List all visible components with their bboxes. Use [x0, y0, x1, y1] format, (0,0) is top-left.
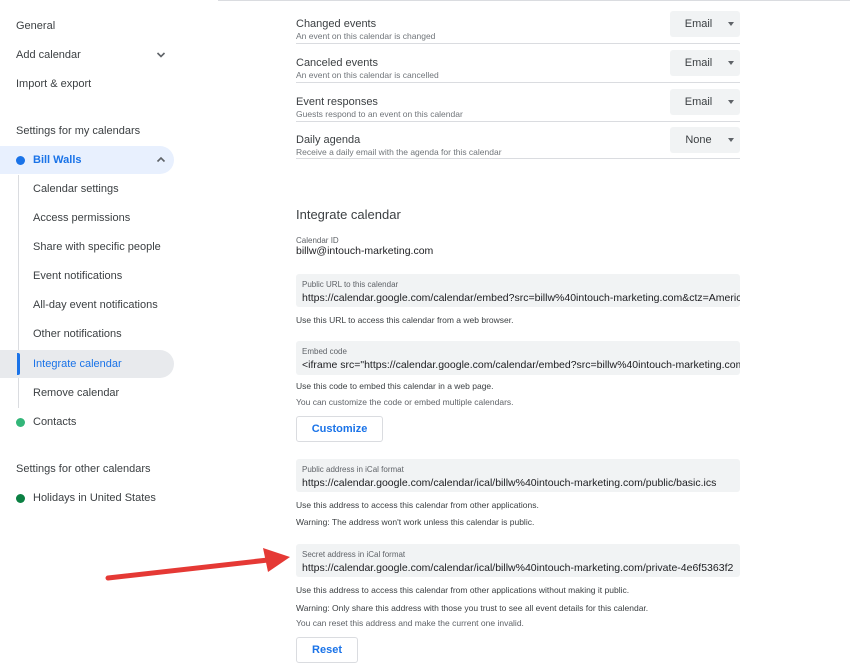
secret-ical-help: Use this address to access this calendar… [296, 585, 630, 595]
public-url-help: Use this URL to access this calendar fro… [296, 315, 514, 325]
sidebar-item-label: Add calendar [16, 49, 81, 61]
annotation-arrow-icon [105, 548, 290, 581]
sidebar-item-label: Share with specific people [33, 241, 161, 253]
sidebar-item-other-notifications[interactable]: Other notifications [0, 320, 174, 348]
notification-method-select[interactable]: None [670, 127, 740, 153]
calendar-color-dot [16, 156, 25, 165]
embed-customize-help: You can customize the code or embed mult… [296, 397, 514, 407]
sidebar-item-event-notifications[interactable]: Event notifications [0, 262, 174, 290]
reset-button[interactable]: Reset [296, 637, 358, 663]
notification-row-canceled: Canceled events An event on this calenda… [296, 44, 740, 83]
sidebar-item-label: Calendar settings [33, 183, 119, 195]
calendar-color-dot [16, 494, 25, 503]
notification-subtitle: Receive a daily email with the agenda fo… [296, 147, 502, 157]
notification-row-responses: Event responses Guests respond to an eve… [296, 83, 740, 122]
dropdown-caret-icon [728, 61, 734, 65]
notification-title: Canceled events [296, 57, 378, 69]
sidebar-item-holidays[interactable]: Holidays in United States [0, 484, 174, 512]
sidebar-item-label: General [16, 20, 56, 32]
notification-title: Daily agenda [296, 134, 361, 146]
notification-row-changed: Changed events An event on this calendar… [296, 5, 740, 44]
sidebar-item-general[interactable]: General [0, 12, 174, 40]
top-divider [218, 0, 850, 1]
chevron-up-icon [156, 156, 166, 163]
field-value: https://calendar.google.com/calendar/emb… [302, 292, 740, 304]
sidebar-item-add-calendar[interactable]: Add calendar [0, 41, 174, 69]
secret-reset-help: You can reset this address and make the … [296, 618, 524, 628]
sidebar-item-label: Holidays in United States [33, 492, 156, 504]
select-value: Email [684, 18, 713, 30]
field-value: https://calendar.google.com/calendar/ica… [302, 562, 734, 574]
public-ical-field[interactable]: Public address in iCal format https://ca… [296, 459, 740, 492]
sidebar-item-import-export[interactable]: Import & export [0, 70, 174, 98]
sidebar-item-label: All-day event notifications [33, 299, 158, 311]
notification-title: Changed events [296, 18, 377, 30]
notification-method-select[interactable]: Email [670, 11, 740, 37]
field-label: Embed code [302, 347, 347, 356]
sidebar-item-label: Bill Walls [33, 154, 82, 166]
field-value: https://calendar.google.com/calendar/ica… [302, 477, 717, 489]
sidebar-item-contacts[interactable]: Contacts [0, 408, 174, 436]
other-calendars-header: Settings for other calendars [16, 463, 151, 475]
sidebar-item-label: Remove calendar [33, 387, 120, 399]
sidebar-item-calendar-settings[interactable]: Calendar settings [0, 175, 174, 203]
sidebar-item-access-permissions[interactable]: Access permissions [0, 204, 174, 232]
public-url-field[interactable]: Public URL to this calendar https://cale… [296, 274, 740, 307]
sidebar-item-label: Event notifications [33, 270, 123, 282]
field-label: Public URL to this calendar [302, 280, 399, 289]
notification-method-select[interactable]: Email [670, 89, 740, 115]
notification-title: Event responses [296, 96, 378, 108]
embed-code-field[interactable]: Embed code <iframe src="https://calendar… [296, 341, 740, 375]
sidebar-item-label: Other notifications [33, 328, 122, 340]
select-value: None [685, 134, 712, 146]
section-title: Integrate calendar [296, 207, 401, 222]
customize-button[interactable]: Customize [296, 416, 383, 442]
sidebar-item-integrate-calendar[interactable]: Integrate calendar [0, 350, 174, 378]
sidebar-item-bill-walls[interactable]: Bill Walls [0, 146, 174, 174]
select-value: Email [684, 57, 713, 69]
embed-help: Use this code to embed this calendar in … [296, 381, 494, 391]
dropdown-caret-icon [728, 100, 734, 104]
notification-subtitle: An event on this calendar is changed [296, 31, 436, 41]
field-value: <iframe src="https://calendar.google.com… [302, 359, 740, 371]
notification-method-select[interactable]: Email [670, 50, 740, 76]
sidebar-item-remove-calendar[interactable]: Remove calendar [0, 379, 174, 407]
calendar-color-dot [16, 418, 25, 427]
public-ical-help: Use this address to access this calendar… [296, 500, 539, 510]
notification-row-daily-agenda: Daily agenda Receive a daily email with … [296, 121, 740, 159]
dropdown-caret-icon [728, 22, 734, 26]
secret-ical-warning: Warning: Only share this address with th… [296, 603, 649, 613]
notification-subtitle: Guests respond to an event on this calen… [296, 109, 463, 119]
sidebar-item-all-day-notifications[interactable]: All-day event notifications [0, 291, 174, 319]
notification-subtitle: An event on this calendar is cancelled [296, 70, 439, 80]
select-value: Email [684, 96, 713, 108]
calendar-id-value: billw@intouch-marketing.com [296, 245, 434, 257]
sidebar-item-share-with-people[interactable]: Share with specific people [0, 233, 174, 261]
active-item-indicator [17, 353, 20, 375]
field-label: Secret address in iCal format [302, 550, 406, 559]
calendar-id-label: Calendar ID [296, 236, 339, 245]
my-calendars-header: Settings for my calendars [16, 125, 141, 137]
chevron-down-icon [156, 52, 166, 58]
sidebar-item-label: Integrate calendar [33, 358, 122, 370]
public-ical-warning: Warning: The address won't work unless t… [296, 517, 535, 527]
field-label: Public address in iCal format [302, 465, 404, 474]
sidebar-item-label: Import & export [16, 78, 92, 90]
sidebar-item-label: Contacts [33, 416, 77, 428]
dropdown-caret-icon [728, 138, 734, 142]
secret-ical-field[interactable]: Secret address in iCal format https://ca… [296, 544, 740, 577]
sidebar-item-label: Access permissions [33, 212, 131, 224]
